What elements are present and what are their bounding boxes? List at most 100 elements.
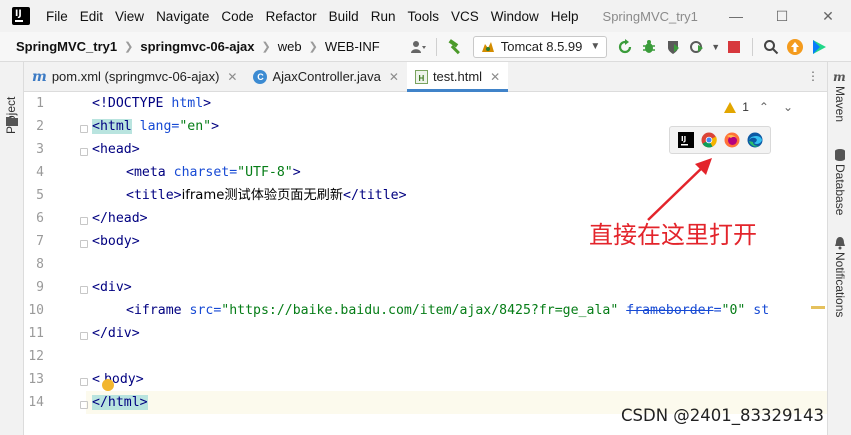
tag-end-token: > [203, 96, 212, 111]
code-line-11: </div> [92, 326, 140, 341]
editor-tabs: m pom.xml (springmvc-06-ajax) ✕ C AjaxCo… [24, 62, 827, 92]
inspection-widget[interactable]: 1 ⌃ ⌄ [724, 100, 797, 114]
menu-bar: IJ File Edit View Navigate Code Refactor… [0, 0, 851, 32]
breadcrumb-project[interactable]: SpringMVC_try1 [14, 39, 119, 54]
fold-marker-icon[interactable] [80, 401, 88, 409]
tab-overflow-icon[interactable]: ⋮ [807, 69, 819, 83]
intellij-browser-icon[interactable]: IJ [677, 132, 694, 148]
maven-icon[interactable]: m [832, 70, 848, 82]
svg-text:IJ: IJ [681, 135, 686, 143]
run-configuration-selector[interactable]: Tomcat 8.5.99 ▼ [472, 35, 608, 58]
search-icon[interactable] [759, 35, 783, 59]
line-number: 10 [28, 303, 44, 318]
menu-run[interactable]: Run [365, 9, 402, 24]
warning-stripe-marker[interactable] [811, 306, 825, 309]
lightbulb-icon[interactable] [102, 379, 114, 391]
stop-icon[interactable] [722, 35, 746, 59]
menu-edit[interactable]: Edit [74, 9, 109, 24]
title-close-tag: </title> [343, 188, 407, 203]
close-icon[interactable]: ✕ [389, 70, 399, 84]
fold-marker-icon[interactable] [80, 217, 88, 225]
string-token: "UTF-8" [237, 165, 293, 180]
code-line-7: <body> [92, 234, 140, 249]
tab-ajax-controller[interactable]: C AjaxController.java ✕ [245, 62, 406, 91]
fold-marker-icon[interactable] [80, 240, 88, 248]
navigation-bar: SpringMVC_try1 ❯ springmvc-06-ajax ❯ web… [0, 32, 851, 62]
meta-tag: <meta [126, 165, 166, 180]
equals-token: = [713, 303, 722, 318]
fold-marker-icon[interactable] [80, 332, 88, 340]
debug-bug-icon[interactable] [637, 35, 661, 59]
toolbar-divider [752, 37, 754, 56]
breadcrumb-web[interactable]: web [276, 39, 304, 54]
line-number: 13 [28, 372, 44, 387]
open-in-browser-popup: IJ [669, 126, 771, 154]
maximize-button[interactable]: ☐ [759, 0, 805, 32]
menu-refactor[interactable]: Refactor [260, 9, 323, 24]
maven-file-icon: m [32, 68, 47, 85]
menu-code[interactable]: Code [215, 9, 259, 24]
database-icon[interactable] [834, 148, 846, 162]
bell-icon[interactable] [834, 236, 846, 250]
fold-marker-icon[interactable] [80, 125, 88, 133]
menu-help[interactable]: Help [545, 9, 585, 24]
fold-marker-icon[interactable] [80, 378, 88, 386]
menu-tools[interactable]: Tools [401, 9, 445, 24]
line-number: 2 [36, 119, 44, 134]
annotation-arrow [647, 158, 712, 221]
menu-build[interactable]: Build [323, 9, 365, 24]
menu-vcs[interactable]: VCS [445, 9, 485, 24]
menu-navigate[interactable]: Navigate [150, 9, 215, 24]
more-run-options-icon[interactable]: ▼ [711, 42, 720, 52]
update-icon[interactable] [783, 35, 807, 59]
tomcat-icon [481, 41, 494, 52]
jetbrains-toolbox-icon[interactable] [807, 35, 831, 59]
tab-test-html[interactable]: H test.html ✕ [406, 62, 509, 92]
close-icon[interactable]: ✕ [227, 70, 237, 84]
rerun-icon[interactable] [613, 35, 637, 59]
html-close-tag: </html> [92, 395, 148, 410]
line-number: 9 [36, 280, 44, 295]
tab-pom-xml[interactable]: m pom.xml (springmvc-06-ajax) ✕ [24, 62, 245, 91]
build-hammer-icon[interactable] [443, 35, 467, 59]
notifications-panel-label[interactable]: Notifications [833, 252, 847, 317]
iframe-open-tag: <iframe [126, 303, 182, 318]
chevron-right-icon: ❯ [261, 41, 271, 53]
firefox-icon[interactable] [724, 132, 740, 148]
maven-panel-label[interactable]: Maven [833, 86, 847, 122]
chrome-icon[interactable] [701, 132, 717, 148]
breadcrumb-web-inf[interactable]: WEB-INF [323, 39, 382, 54]
minimize-button[interactable]: — [713, 0, 759, 32]
fold-marker-icon[interactable] [80, 148, 88, 156]
chevron-down-icon: ▼ [590, 41, 601, 52]
profiler-icon[interactable] [685, 35, 709, 59]
close-icon[interactable]: ✕ [490, 70, 500, 84]
line-number: 8 [36, 257, 44, 272]
line-number: 14 [28, 395, 44, 410]
attribute-token: charset= [165, 165, 238, 180]
string-token: "https://baike.baidu.com/item/ajax/8425?… [221, 303, 619, 318]
close-button[interactable]: ✕ [805, 0, 851, 32]
line-number: 4 [36, 165, 44, 180]
line-number: 1 [36, 96, 44, 111]
line-number: 5 [36, 188, 44, 203]
java-class-icon: C [253, 69, 268, 84]
menu-window[interactable]: Window [485, 9, 545, 24]
string-token: "0" [721, 303, 746, 318]
breadcrumb-module[interactable]: springmvc-06-ajax [138, 39, 256, 54]
previous-highlight-icon[interactable]: ⌃ [755, 100, 773, 114]
code-editor[interactable]: 1 2 3 4 5 6 7 8 9 10 11 12 13 14 <!DOCTY… [24, 92, 827, 435]
doctype-html-token: html [171, 96, 204, 111]
database-panel-label[interactable]: Database [833, 164, 847, 215]
coverage-shield-icon[interactable] [661, 35, 685, 59]
menu-view[interactable]: View [109, 9, 150, 24]
next-highlight-icon[interactable]: ⌄ [779, 100, 797, 114]
menu-file[interactable]: File [40, 9, 74, 24]
code-line-9: <div> [92, 280, 132, 295]
string-token: "en" [179, 119, 212, 134]
folder-icon[interactable] [6, 116, 18, 126]
fold-marker-icon[interactable] [80, 286, 88, 294]
line-number: 6 [36, 211, 44, 226]
edge-icon[interactable] [747, 132, 763, 148]
user-icon[interactable] [406, 35, 430, 59]
